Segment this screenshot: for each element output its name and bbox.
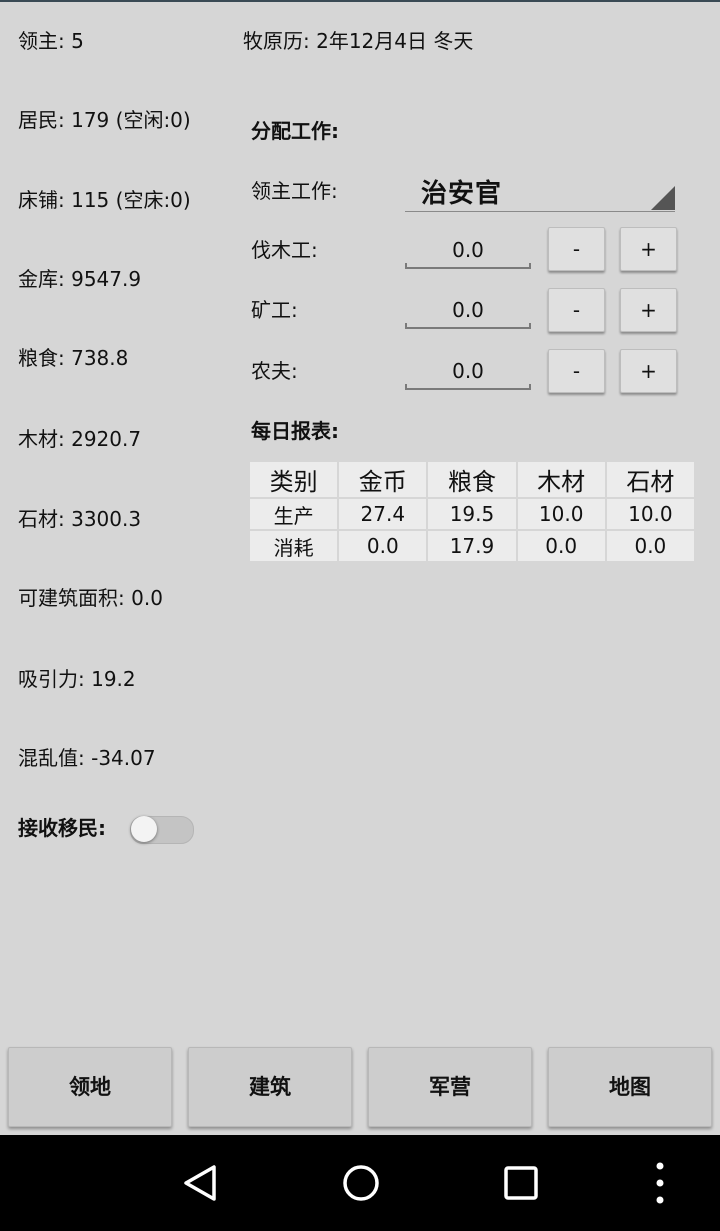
report-cell: 0.0	[515, 529, 607, 563]
status-bar-edge	[0, 0, 720, 2]
report-header-row: 类别 金币 粮食 木材 石材	[247, 460, 697, 499]
stat-stone-value: 3300.3	[71, 507, 142, 531]
stat-beds: 床铺: 115 (空床:0)	[18, 188, 191, 212]
stat-wood-label: 木材:	[18, 427, 65, 451]
stat-food-value: 738.8	[71, 346, 129, 370]
work-section-title: 分配工作:	[251, 119, 339, 143]
stat-treasury-label: 金库:	[18, 267, 65, 291]
stat-stone-label: 石材:	[18, 507, 65, 531]
report-row-production: 生产 27.4 19.5 10.0 10.0	[247, 497, 697, 531]
stat-wood-value: 2920.7	[71, 427, 142, 451]
stat-stone: 石材: 3300.3	[18, 507, 141, 531]
miner-decrease-button[interactable]: -	[548, 288, 605, 332]
stat-wood: 木材: 2920.7	[18, 427, 141, 451]
report-header-cell: 金币	[337, 460, 429, 499]
report-header-cell: 木材	[515, 460, 607, 499]
report-cell: 19.5	[426, 497, 518, 531]
farmer-increase-button[interactable]: +	[620, 349, 677, 393]
tab-territory[interactable]: 领地	[8, 1047, 172, 1127]
toggle-knob	[131, 816, 157, 842]
daily-report-table: 类别 金币 粮食 木材 石材 生产 27.4 19.5 10.0 10.0 消耗…	[247, 460, 697, 563]
recents-square-icon[interactable]	[481, 1135, 561, 1231]
stat-attraction-label: 吸引力:	[18, 667, 85, 691]
report-cell: 生产	[247, 497, 340, 531]
report-title: 每日报表:	[251, 419, 339, 443]
home-circle-icon[interactable]	[321, 1135, 401, 1231]
stat-chaos: 混乱值: -34.07	[18, 746, 156, 770]
lumberjack-label: 伐木工:	[251, 238, 318, 262]
dropdown-triangle-icon	[651, 186, 675, 210]
back-triangle-icon[interactable]	[162, 1135, 242, 1231]
stat-food: 粮食: 738.8	[18, 346, 128, 370]
farmer-count-field[interactable]: 0.0	[405, 358, 531, 390]
report-cell: 10.0	[604, 497, 697, 531]
stat-buildable-area: 可建筑面积: 0.0	[18, 586, 163, 610]
stat-lord-label: 领主:	[18, 29, 65, 53]
farmer-decrease-button[interactable]: -	[548, 349, 605, 393]
stat-chaos-value: -34.07	[91, 746, 156, 770]
stat-food-label: 粮食:	[18, 346, 65, 370]
immigration-label: 接收移民:	[18, 816, 106, 840]
immigration-toggle[interactable]	[130, 816, 194, 844]
lord-job-selected-value: 治安官	[421, 179, 503, 209]
stat-buildable-area-label: 可建筑面积:	[18, 586, 125, 610]
overflow-menu-icon[interactable]	[620, 1135, 700, 1231]
lumberjack-count-field[interactable]: 0.0	[405, 237, 531, 269]
stat-attraction-value: 19.2	[91, 667, 136, 691]
report-cell: 消耗	[247, 529, 340, 563]
lumberjack-increase-button[interactable]: +	[620, 227, 677, 271]
report-cell: 0.0	[337, 529, 429, 563]
stat-buildable-area-value: 0.0	[131, 586, 163, 610]
tab-map[interactable]: 地图	[548, 1047, 712, 1127]
tab-buildings[interactable]: 建筑	[188, 1047, 352, 1127]
miner-count-field[interactable]: 0.0	[405, 297, 531, 329]
report-cell: 10.0	[515, 497, 607, 531]
miner-increase-button[interactable]: +	[620, 288, 677, 332]
report-header-cell: 类别	[247, 460, 340, 499]
stat-residents-value: 179 (空闲:0)	[71, 108, 191, 132]
farmer-label: 农夫:	[251, 359, 298, 383]
lord-job-label: 领主工作:	[251, 179, 338, 203]
stat-attraction: 吸引力: 19.2	[18, 667, 136, 691]
report-header-cell: 粮食	[426, 460, 518, 499]
stat-lord-value: 5	[71, 29, 84, 53]
stat-lord: 领主: 5	[18, 29, 84, 53]
report-cell: 27.4	[337, 497, 429, 531]
calendar-date: 牧原历: 2年12月4日 冬天	[243, 29, 474, 53]
miner-label: 矿工:	[251, 298, 298, 322]
report-row-consumption: 消耗 0.0 17.9 0.0 0.0	[247, 529, 697, 563]
stat-residents: 居民: 179 (空闲:0)	[18, 108, 191, 132]
lord-job-dropdown[interactable]: 治安官	[405, 178, 675, 212]
stat-residents-label: 居民:	[18, 108, 65, 132]
report-header-cell: 石材	[604, 460, 697, 499]
stat-beds-label: 床铺:	[18, 188, 65, 212]
stat-chaos-label: 混乱值:	[18, 746, 85, 770]
tab-barracks[interactable]: 军营	[368, 1047, 532, 1127]
lumberjack-decrease-button[interactable]: -	[548, 227, 605, 271]
stat-treasury-value: 9547.9	[71, 267, 142, 291]
report-cell: 0.0	[604, 529, 697, 563]
stat-treasury: 金库: 9547.9	[18, 267, 141, 291]
report-cell: 17.9	[426, 529, 518, 563]
system-navigation-bar	[0, 1135, 720, 1231]
stat-beds-value: 115 (空床:0)	[71, 188, 191, 212]
